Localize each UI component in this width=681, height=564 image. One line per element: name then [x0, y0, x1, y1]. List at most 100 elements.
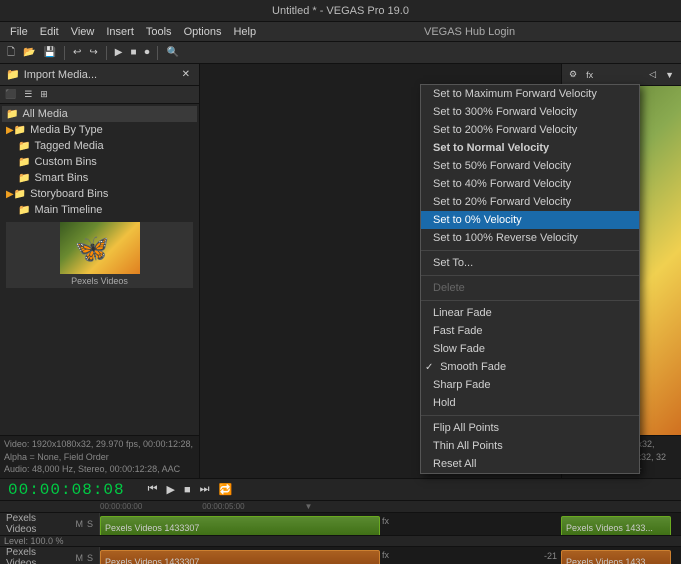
- ctx-smooth-fade[interactable]: ✓ Smooth Fade: [421, 358, 639, 376]
- right-prev-btn[interactable]: ◁: [646, 66, 659, 84]
- track-name-1: Pexels Videos: [6, 513, 67, 535]
- ctx-set-to[interactable]: Set To...: [421, 254, 639, 272]
- butterfly-graphic: 🦋: [75, 232, 110, 265]
- ctx-300-forward[interactable]: Set to 300% Forward Velocity: [421, 103, 639, 121]
- right-gear-btn[interactable]: ⚙: [566, 66, 580, 84]
- clip-right-label-1: Pexels Videos 1433...: [566, 523, 653, 533]
- timeline-tracks: Pexels Videos M S Pexels Videos 1433307 …: [0, 513, 681, 564]
- level-label: Level: 100.0 %: [4, 536, 104, 546]
- panel-header: 📁 Import Media... ✕: [0, 64, 199, 86]
- track-clip-right-1[interactable]: Pexels Videos 1433...: [561, 516, 671, 535]
- stop-btn[interactable]: ■: [127, 44, 139, 62]
- panel-toolbar: ⬛ ☰ ⊞: [0, 86, 199, 104]
- tree-item-storyboard[interactable]: ▶📁 Storyboard Bins: [2, 186, 197, 202]
- panel-close-btn[interactable]: ✕: [179, 66, 193, 84]
- ctx-100-reverse[interactable]: Set to 100% Reverse Velocity: [421, 229, 639, 247]
- ctx-200-forward[interactable]: Set to 200% Forward Velocity: [421, 121, 639, 139]
- timeline-ruler: 00:00:00:00 00:00:05:00 ▼: [0, 501, 681, 513]
- tl-play-btn[interactable]: ▶: [164, 482, 178, 497]
- folder-expand-icon-2: ▶📁: [6, 189, 26, 200]
- sep2: [106, 46, 107, 60]
- tree-item-tagged[interactable]: 📁 Tagged Media: [2, 138, 197, 154]
- sep3: [157, 46, 158, 60]
- tree-item-main-timeline[interactable]: 📁 Main Timeline: [2, 202, 197, 218]
- ruler-mark-5: 00:00:05:00: [202, 502, 244, 511]
- record-btn[interactable]: ⏺: [141, 44, 152, 62]
- redo-btn[interactable]: ↪: [86, 44, 100, 62]
- tl-next-btn[interactable]: ⏭: [197, 482, 213, 497]
- ctx-normal-velocity[interactable]: Set to Normal Velocity: [421, 139, 639, 157]
- ctx-thin-all[interactable]: Thin All Points: [421, 437, 639, 455]
- media-thumbnail: 🦋 Pexels Videos: [6, 222, 193, 288]
- ctx-max-forward[interactable]: Set to Maximum Forward Velocity: [421, 85, 639, 103]
- track-clip-right-2[interactable]: Pexels Videos 1433...: [561, 550, 671, 564]
- track-m-btn-1[interactable]: M: [75, 519, 83, 529]
- tree-item-smart[interactable]: 📁 Smart Bins: [2, 170, 197, 186]
- track-level-row: Level: 100.0 %: [0, 536, 681, 547]
- status-line2: Audio: 48,000 Hz, Stereo, 00:00:12:28, A…: [4, 463, 195, 476]
- ctx-50-forward[interactable]: Set to 50% Forward Velocity: [421, 157, 639, 175]
- right-dropdown-btn[interactable]: ▼: [662, 66, 677, 84]
- ctx-20-forward[interactable]: Set to 20% Forward Velocity: [421, 193, 639, 211]
- save-btn[interactable]: 💾: [41, 44, 59, 62]
- tree-item-media-type[interactable]: ▶📁 Media By Type: [2, 122, 197, 138]
- folder-expand-icon: ▶📁: [6, 125, 26, 136]
- sep1: [64, 46, 65, 60]
- clip-right-label-2: Pexels Videos 1433...: [566, 557, 653, 564]
- ctx-0-velocity[interactable]: Set to 0% Velocity: [421, 211, 639, 229]
- undo-btn[interactable]: ↩: [70, 44, 84, 62]
- track-m-btn-2[interactable]: M: [75, 553, 83, 563]
- ctx-hold[interactable]: Hold: [421, 394, 639, 412]
- ctx-slow-fade[interactable]: Slow Fade: [421, 340, 639, 358]
- track-fx-btn[interactable]: fx: [382, 516, 389, 526]
- panel-toolbar-btn3[interactable]: ⊞: [37, 86, 51, 104]
- ctx-linear-fade[interactable]: Linear Fade: [421, 304, 639, 322]
- track-fx-btn-2[interactable]: fx: [382, 550, 389, 560]
- timeline-header: 00:00:08:08 ⏮ ▶ ■ ⏭ 🔁: [0, 479, 681, 501]
- ctx-sharp-fade[interactable]: Sharp Fade: [421, 376, 639, 394]
- menu-help[interactable]: Help: [227, 26, 262, 38]
- ctx-sep1: [421, 250, 639, 251]
- track-content-2[interactable]: Pexels Videos 1433307 fx -21: [100, 547, 561, 564]
- track-name-2: Pexels Videos: [6, 547, 67, 564]
- right-fx-btn[interactable]: fx: [583, 66, 596, 84]
- tl-loop-btn[interactable]: 🔁: [216, 482, 236, 497]
- track-s-btn-1[interactable]: S: [87, 519, 93, 529]
- tl-prev-btn[interactable]: ⏮: [145, 482, 161, 497]
- play-btn[interactable]: ▶: [112, 44, 126, 62]
- folder-icon: 📁: [6, 109, 18, 120]
- folder-icon-3: 📁: [18, 157, 30, 168]
- ctx-sep4: [421, 415, 639, 416]
- panel-toolbar-btn2[interactable]: ☰: [21, 86, 35, 104]
- ctx-fast-fade[interactable]: Fast Fade: [421, 322, 639, 340]
- ctx-reset-all[interactable]: Reset All: [421, 455, 639, 473]
- tl-stop-btn[interactable]: ■: [181, 482, 194, 497]
- open-btn[interactable]: 📂: [20, 44, 38, 62]
- search-btn[interactable]: 🔍: [163, 44, 181, 62]
- tree-item-custom[interactable]: 📁 Custom Bins: [2, 154, 197, 170]
- track-content-1[interactable]: Pexels Videos 1433307 fx: [100, 513, 561, 535]
- tree-item-all-media[interactable]: 📁 All Media: [2, 106, 197, 122]
- level-value: -21: [544, 551, 557, 561]
- ctx-sep3: [421, 300, 639, 301]
- track-label-2: Pexels Videos M S: [0, 547, 100, 564]
- track-clip-1[interactable]: Pexels Videos 1433307: [100, 516, 380, 535]
- thumb-image: 🦋: [60, 222, 140, 274]
- folder-icon-2: 📁: [18, 141, 30, 152]
- ctx-delete: Delete: [421, 279, 639, 297]
- track-row-2: Pexels Videos M S Pexels Videos 1433307 …: [0, 547, 681, 564]
- menu-tools[interactable]: Tools: [140, 26, 178, 38]
- ctx-40-forward[interactable]: Set to 40% Forward Velocity: [421, 175, 639, 193]
- ruler-playhead: ▼: [305, 502, 313, 511]
- title-bar: Untitled * - VEGAS Pro 19.0: [0, 0, 681, 22]
- menu-options[interactable]: Options: [178, 26, 228, 38]
- new-btn[interactable]: 🗋: [4, 44, 18, 62]
- track-clip-2[interactable]: Pexels Videos 1433307: [100, 550, 380, 564]
- menu-edit[interactable]: Edit: [34, 26, 65, 38]
- ctx-flip-all[interactable]: Flip All Points: [421, 419, 639, 437]
- track-s-btn-2[interactable]: S: [87, 553, 93, 563]
- panel-toolbar-btn1[interactable]: ⬛: [2, 86, 19, 104]
- menu-insert[interactable]: Insert: [100, 26, 140, 38]
- menu-file[interactable]: File: [4, 26, 34, 38]
- menu-view[interactable]: View: [65, 26, 101, 38]
